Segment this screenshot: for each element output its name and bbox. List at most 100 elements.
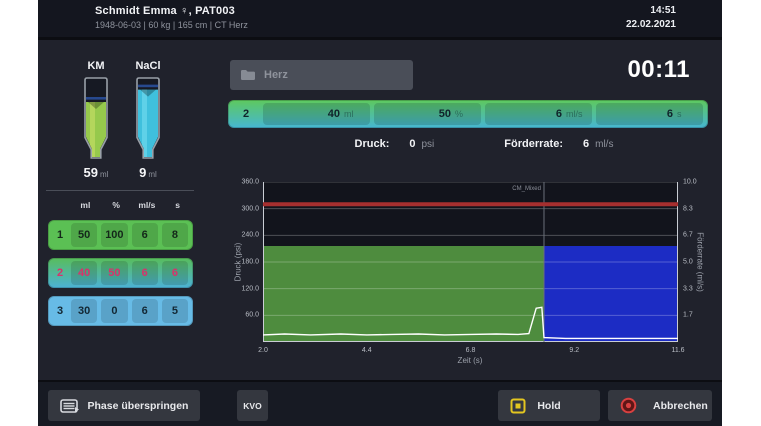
unit: s xyxy=(677,109,695,119)
phase-row-1[interactable]: 1 50 100 6 8 xyxy=(48,220,193,250)
tick-label: 10.0 xyxy=(683,179,697,186)
value: 6 xyxy=(556,108,562,120)
protocol-name: Herz xyxy=(264,69,288,81)
folder-icon xyxy=(240,69,256,81)
patient-details: 1948-06-03 | 60 kg | 165 cm | CT Herz xyxy=(95,20,248,30)
phase-pct: 100 xyxy=(101,223,127,247)
syringe-km[interactable]: KM 59ml xyxy=(66,60,126,180)
tick-label: 9.2 xyxy=(569,347,579,354)
phase-sec: 5 xyxy=(162,299,188,323)
x-axis-label: Zeit (s) xyxy=(458,356,483,365)
active-phase-flowrate: 6 ml/s xyxy=(485,103,592,125)
value: 40 xyxy=(328,108,340,120)
panel-divider xyxy=(46,190,194,191)
phase-ml: 50 xyxy=(71,223,97,247)
unit: ml/s xyxy=(566,109,584,119)
phase-rate: 6 xyxy=(132,223,158,247)
syringe-km-graphic xyxy=(81,76,111,164)
tick-label: 120.0 xyxy=(241,285,259,292)
phase-row-3[interactable]: 3 30 0 6 5 xyxy=(48,296,193,326)
elapsed-timer: 00:11 xyxy=(627,56,690,84)
page: Schmidt Emma ♀, PAT003 1948-06-03 | 60 k… xyxy=(0,0,761,426)
col-header-rate: ml/s xyxy=(132,200,163,210)
chart-plot: CM_Mixed xyxy=(263,182,678,342)
tick-label: 300.0 xyxy=(241,205,259,212)
phase-rate: 6 xyxy=(132,299,158,323)
flowrate-unit: ml/s xyxy=(595,139,613,150)
syringe-km-volume: 59ml xyxy=(66,165,126,180)
value: 6 xyxy=(667,108,673,120)
pressure-unit: psi xyxy=(422,139,435,150)
patient-header: Schmidt Emma ♀, PAT003 1948-06-03 | 60 k… xyxy=(38,0,722,40)
cancel-icon xyxy=(620,397,637,414)
tick-label: 6.7 xyxy=(683,231,693,238)
tick-label: 5.0 xyxy=(683,259,693,266)
unit: ml xyxy=(344,109,362,119)
phase-number: 2 xyxy=(51,267,69,279)
syringe-nacl-graphic xyxy=(133,76,163,164)
tick-label: 11.6 xyxy=(671,347,684,354)
tick-label: 240.0 xyxy=(241,232,259,239)
tick-label: 1.7 xyxy=(683,311,693,318)
tick-label: 6.8 xyxy=(466,347,476,354)
syringe-km-unit: ml xyxy=(100,170,108,179)
phase-ml: 30 xyxy=(71,299,97,323)
value: 50 xyxy=(439,108,451,120)
pressure-status: Druck: 0 psi xyxy=(355,138,435,150)
patient-name: Schmidt Emma ♀, PAT003 xyxy=(95,5,248,17)
phase-pct: 0 xyxy=(101,299,127,323)
unit: % xyxy=(455,109,473,119)
pressure-label: Druck: xyxy=(355,138,390,150)
active-phase-bar: 2 40ml 50% 6ml/s 6s xyxy=(228,100,708,128)
tick-label: 60.0 xyxy=(245,312,259,319)
clock-date: 22.02.2021 xyxy=(626,19,676,30)
syringe-nacl-label: NaCl xyxy=(118,60,178,76)
kvo-button[interactable]: KVO xyxy=(237,390,268,421)
cancel-button[interactable]: Abbrechen xyxy=(608,390,712,421)
phase-sec: 6 xyxy=(162,261,188,285)
kvo-label: KVO xyxy=(243,401,261,411)
tick-label: 180.0 xyxy=(241,259,259,266)
hold-label: Hold xyxy=(498,400,600,412)
chart-canvas: CM_Mixed xyxy=(263,182,678,342)
tick-label: 8.3 xyxy=(683,206,693,213)
tick-label: 360.0 xyxy=(241,179,259,186)
tick-label: 2.0 xyxy=(258,347,268,354)
patient-info: Schmidt Emma ♀, PAT003 1948-06-03 | 60 k… xyxy=(95,5,248,30)
phase-ml: 40 xyxy=(71,261,97,285)
phase-number: 1 xyxy=(51,229,69,241)
footer-bar: Phase überspringen KVO Hold Abbrechen xyxy=(38,380,722,426)
col-header-ml: ml xyxy=(70,200,101,210)
injector-app-window: Schmidt Emma ♀, PAT003 1948-06-03 | 60 k… xyxy=(38,0,722,426)
syringe-nacl-unit: ml xyxy=(148,170,156,179)
active-phase-volume: 40 ml xyxy=(263,103,370,125)
hold-button[interactable]: Hold xyxy=(498,390,600,421)
active-phase-percent: 50% xyxy=(374,103,481,125)
cancel-label: Abbrechen xyxy=(653,400,708,412)
svg-text:CM_Mixed: CM_Mixed xyxy=(512,186,541,192)
phase-number: 3 xyxy=(51,305,69,317)
flowrate-label: Förderrate: xyxy=(504,138,563,150)
flowrate-value: 6 xyxy=(583,138,589,150)
injection-panel: Herz 00:11 2 40ml 50% 6ml/s 6s Druck: 0 … xyxy=(228,40,710,380)
syringe-nacl-volume: 9ml xyxy=(118,165,178,180)
phase-row-2-active[interactable]: 2 40 50 6 6 xyxy=(48,258,193,288)
syringe-nacl[interactable]: NaCl 9ml xyxy=(118,60,178,180)
col-header-pct: % xyxy=(101,200,132,210)
col-header-sec: s xyxy=(162,200,193,210)
phase-sec: 8 xyxy=(162,223,188,247)
active-phase-number: 2 xyxy=(231,108,261,120)
phase-table-header: ml % ml/s s xyxy=(48,200,193,210)
flowrate-status: Förderrate: 6 ml/s xyxy=(504,138,613,150)
supply-panel: KM 59ml NaCl xyxy=(38,40,228,380)
phase-pct: 50 xyxy=(101,261,127,285)
skip-phase-button[interactable]: Phase überspringen xyxy=(48,390,200,421)
active-phase-duration: 6s xyxy=(596,103,703,125)
y-axis-label-right: Förderrate (ml/s) xyxy=(696,232,705,292)
chart: CM_Mixed Druck (psi) Förderrate (ml/s) Z… xyxy=(228,168,710,373)
tick-label: 4.4 xyxy=(362,347,372,354)
skip-phase-label: Phase überspringen xyxy=(88,400,189,412)
clock-time: 14:51 xyxy=(626,5,676,16)
protocol-button[interactable]: Herz xyxy=(230,60,413,90)
skip-phase-icon xyxy=(60,399,80,413)
